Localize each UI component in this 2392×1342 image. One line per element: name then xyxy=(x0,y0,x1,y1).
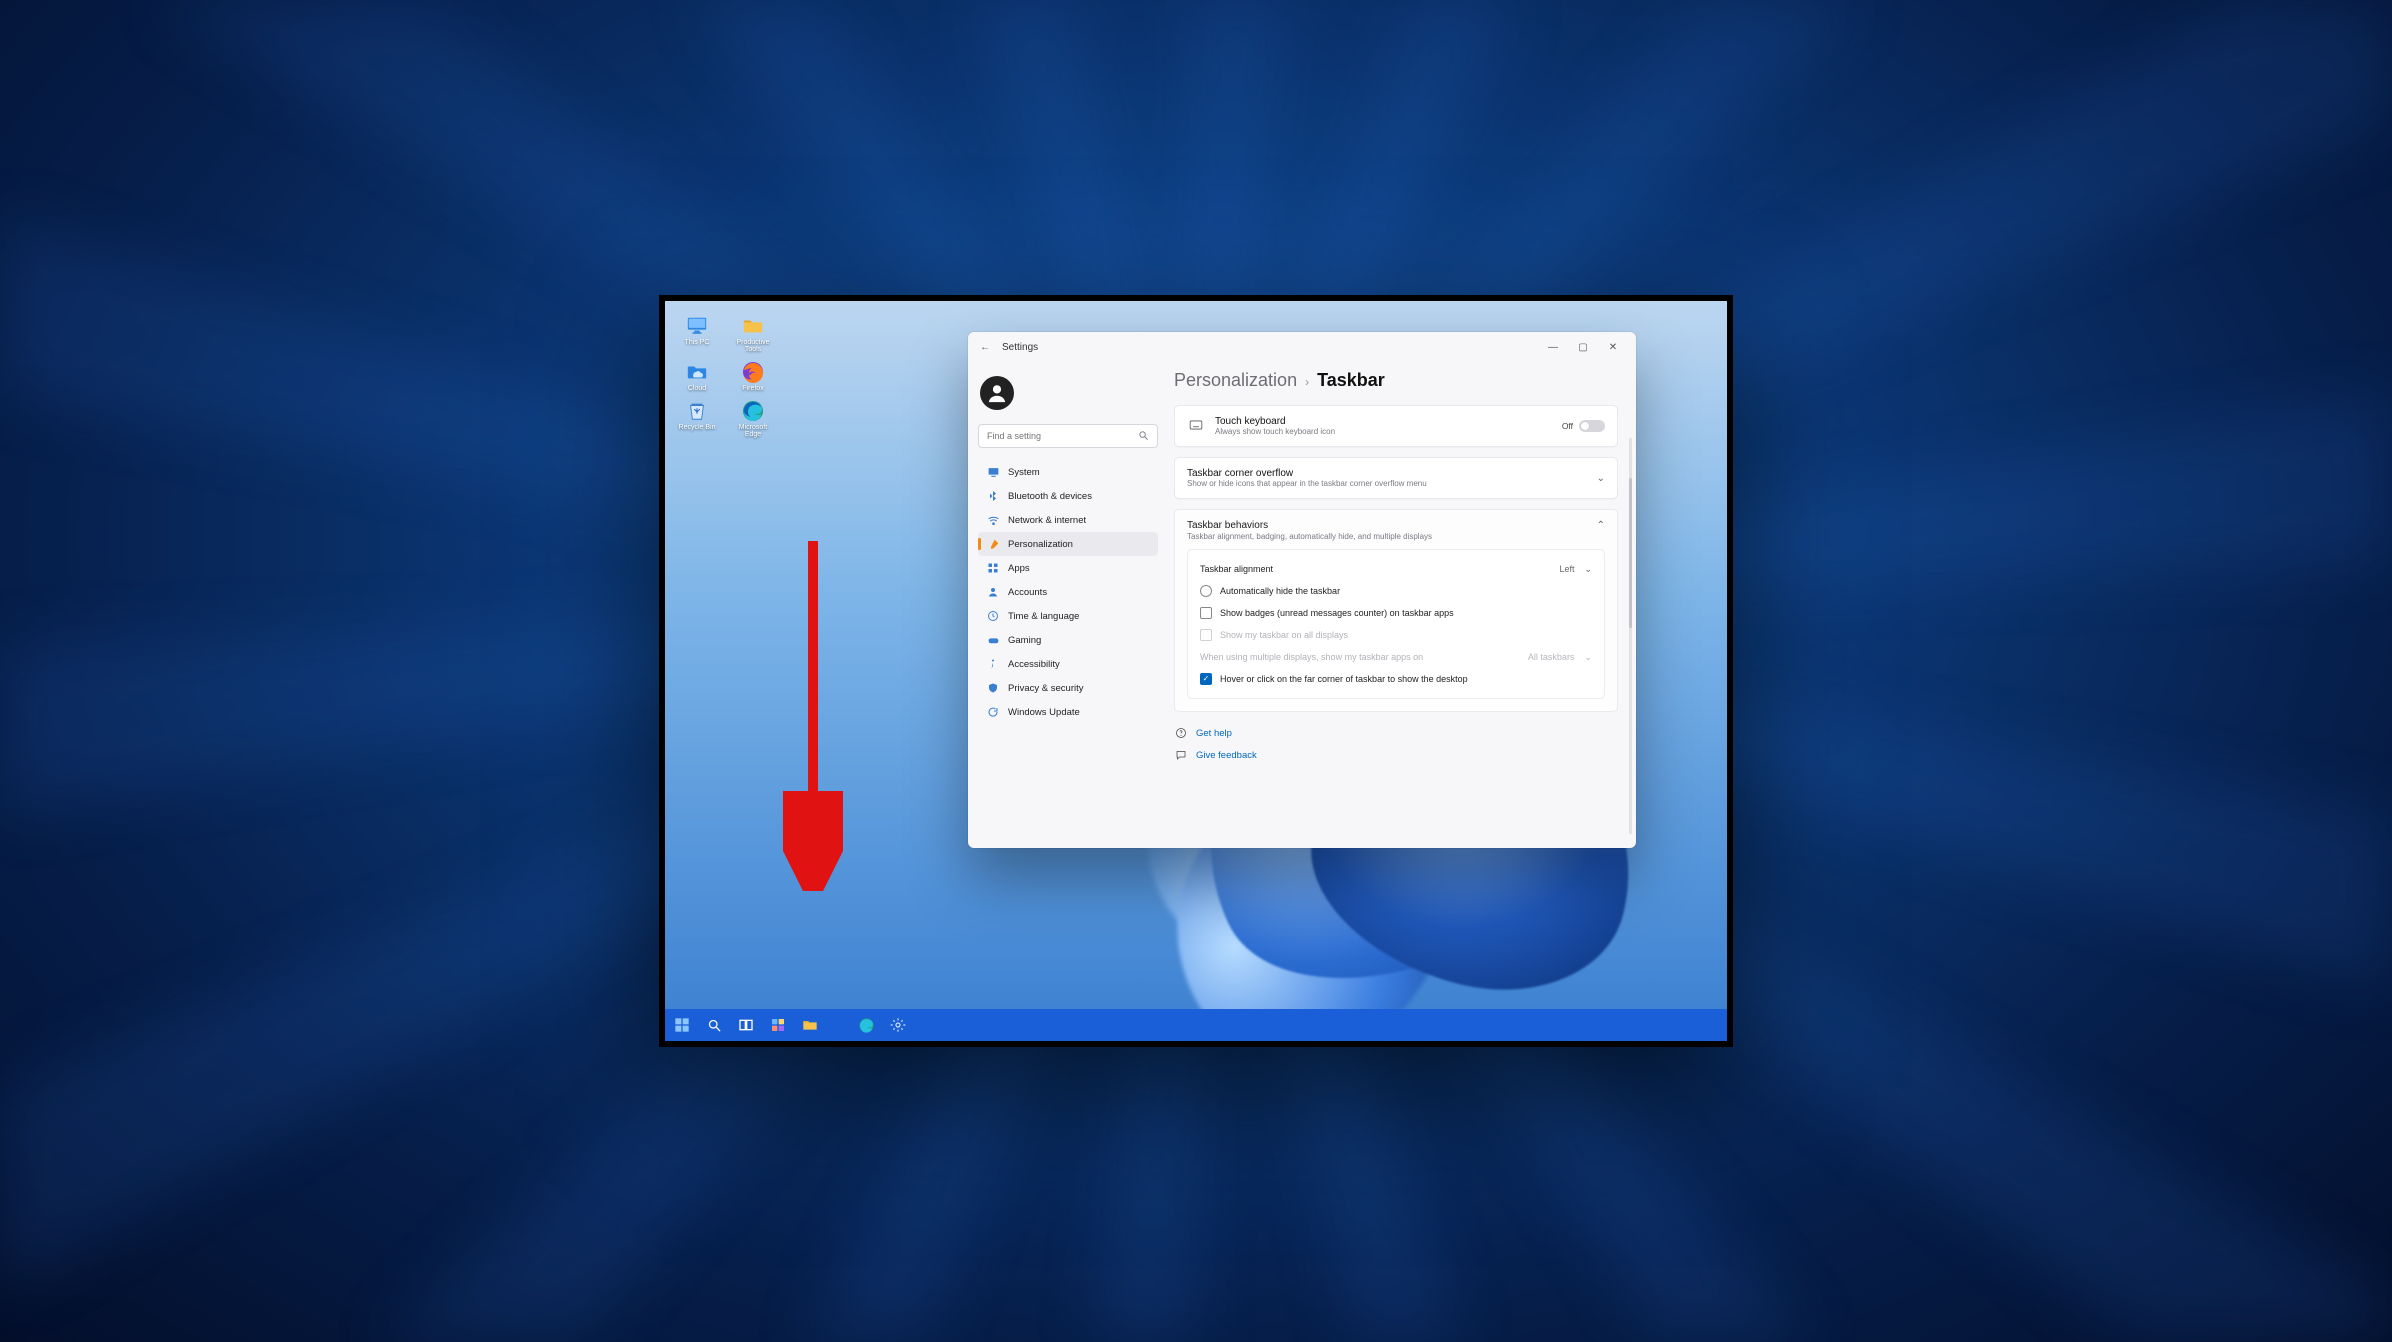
gamepad-icon xyxy=(986,633,1000,647)
chevron-down-icon: ⌄ xyxy=(1597,473,1605,484)
row-badges[interactable]: Show badges (unread messages counter) on… xyxy=(1200,602,1592,624)
accessibility-icon xyxy=(986,657,1000,671)
search-icon xyxy=(1138,430,1149,443)
desktop-icons: This PC Productive Tools Cloud Firefo xyxy=(677,315,773,446)
system-icon xyxy=(986,465,1000,479)
settings-search-input[interactable] xyxy=(987,431,1132,441)
breadcrumb: Personalization › Taskbar xyxy=(1174,370,1618,391)
clock-icon xyxy=(986,609,1000,623)
recycle-bin-icon xyxy=(682,400,712,422)
chevron-up-icon[interactable]: ⌃ xyxy=(1597,520,1605,531)
checkbox-checked[interactable] xyxy=(1200,673,1212,685)
start-button[interactable] xyxy=(673,1016,691,1034)
shield-icon xyxy=(986,681,1000,695)
card-corner-overflow[interactable]: Taskbar corner overflow Show or hide ico… xyxy=(1174,457,1618,499)
taskbar-search-icon[interactable] xyxy=(705,1016,723,1034)
desktop-icon-label: This PC xyxy=(685,339,710,346)
file-explorer-icon[interactable] xyxy=(801,1016,819,1034)
touch-keyboard-toggle[interactable]: Off xyxy=(1562,420,1605,432)
titlebar[interactable]: ← Settings — ▢ ✕ xyxy=(968,332,1636,362)
help-links: Get help Give feedback xyxy=(1174,726,1618,762)
desktop-icon-label: Firefox xyxy=(742,385,763,392)
link-get-help[interactable]: Get help xyxy=(1174,726,1618,740)
taskbar[interactable] xyxy=(665,1009,1727,1041)
window-title: Settings xyxy=(1002,342,1038,353)
settings-sidebar: System Bluetooth & devices Network & int… xyxy=(968,362,1168,848)
nav-time-language[interactable]: Time & language xyxy=(978,604,1158,628)
desktop-icon-label: Cloud xyxy=(688,385,706,392)
row-multi-displays: When using multiple displays, show my ta… xyxy=(1200,646,1592,668)
window-close[interactable]: ✕ xyxy=(1598,332,1628,362)
user-avatar[interactable] xyxy=(980,376,1014,410)
brush-icon xyxy=(986,537,1000,551)
chevron-down-icon: ⌄ xyxy=(1584,564,1592,575)
behaviors-panel: Taskbar alignment Left ⌄ Automatically h… xyxy=(1187,549,1605,699)
nav-windows-update[interactable]: Windows Update xyxy=(978,700,1158,724)
firefox-icon xyxy=(738,361,768,383)
update-icon xyxy=(986,705,1000,719)
person-icon xyxy=(986,585,1000,599)
monitor-icon xyxy=(682,315,712,337)
row-show-all-displays: Show my taskbar on all displays xyxy=(1200,624,1592,646)
nav-gaming[interactable]: Gaming xyxy=(978,628,1158,652)
row-alignment: Taskbar alignment Left ⌄ xyxy=(1200,558,1592,580)
desktop-icon-edge[interactable]: Microsoft Edge xyxy=(733,400,773,438)
desktop-icon-folder[interactable]: Productive Tools xyxy=(733,315,773,353)
nav-personalization[interactable]: Personalization xyxy=(978,532,1158,556)
apps-icon xyxy=(986,561,1000,575)
nav-system[interactable]: System xyxy=(978,460,1158,484)
toggle-switch[interactable] xyxy=(1579,420,1605,432)
folder-icon xyxy=(738,315,768,337)
row-hover-corner[interactable]: Hover or click on the far corner of task… xyxy=(1200,668,1592,690)
content-scrollbar[interactable] xyxy=(1629,438,1632,834)
cloud-folder-icon xyxy=(682,361,712,383)
window-minimize[interactable]: — xyxy=(1538,332,1568,362)
nav-privacy[interactable]: Privacy & security xyxy=(978,676,1158,700)
nav-bluetooth[interactable]: Bluetooth & devices xyxy=(978,484,1158,508)
nav-apps[interactable]: Apps xyxy=(978,556,1158,580)
settings-search[interactable] xyxy=(978,424,1158,448)
edge-icon xyxy=(738,400,768,422)
keyboard-icon xyxy=(1187,418,1205,435)
window-maximize[interactable]: ▢ xyxy=(1568,332,1598,362)
edge-taskbar-icon[interactable] xyxy=(857,1016,875,1034)
checkbox-disabled xyxy=(1200,629,1212,641)
back-button[interactable]: ← xyxy=(976,342,994,353)
windows-desktop: This PC Productive Tools Cloud Firefo xyxy=(659,295,1733,1047)
chevron-down-icon: ⌄ xyxy=(1584,652,1592,663)
link-give-feedback[interactable]: Give feedback xyxy=(1174,748,1618,762)
desktop-icon-label: Productive Tools xyxy=(733,339,773,353)
desktop-icon-label: Recycle Bin xyxy=(679,424,716,431)
nav-accessibility[interactable]: Accessibility xyxy=(978,652,1158,676)
card-touch-keyboard[interactable]: Touch keyboard Always show touch keyboar… xyxy=(1174,405,1618,447)
checkbox-unchecked[interactable] xyxy=(1200,607,1212,619)
wifi-icon xyxy=(986,513,1000,527)
card-taskbar-behaviors: Taskbar behaviors Taskbar alignment, bad… xyxy=(1174,509,1618,712)
breadcrumb-parent[interactable]: Personalization xyxy=(1174,370,1297,391)
nav-accounts[interactable]: Accounts xyxy=(978,580,1158,604)
desktop-icon-firefox[interactable]: Firefox xyxy=(733,361,773,392)
task-view-icon[interactable] xyxy=(737,1016,755,1034)
row-auto-hide[interactable]: Automatically hide the taskbar xyxy=(1200,580,1592,602)
settings-window: ← Settings — ▢ ✕ xyxy=(968,332,1636,848)
widgets-icon[interactable] xyxy=(769,1016,787,1034)
desktop-icon-label: Microsoft Edge xyxy=(733,424,773,438)
settings-taskbar-icon[interactable] xyxy=(889,1016,907,1034)
breadcrumb-current: Taskbar xyxy=(1317,370,1385,391)
radio-unchecked[interactable] xyxy=(1200,585,1212,597)
desktop-icon-this-pc[interactable]: This PC xyxy=(677,315,717,353)
bluetooth-icon xyxy=(986,489,1000,503)
chevron-right-icon: › xyxy=(1305,375,1309,389)
nav-network[interactable]: Network & internet xyxy=(978,508,1158,532)
feedback-icon xyxy=(1174,748,1188,762)
desktop-icon-cloud[interactable]: Cloud xyxy=(677,361,717,392)
help-icon xyxy=(1174,726,1188,740)
multi-dropdown-disabled: All taskbars ⌄ xyxy=(1528,652,1592,663)
alignment-dropdown[interactable]: Left ⌄ xyxy=(1559,564,1592,575)
settings-content: Personalization › Taskbar Touch keyboard… xyxy=(1168,362,1636,848)
settings-nav: System Bluetooth & devices Network & int… xyxy=(978,460,1158,724)
annotation-arrow xyxy=(783,531,843,891)
desktop-icon-recycle-bin[interactable]: Recycle Bin xyxy=(677,400,717,438)
